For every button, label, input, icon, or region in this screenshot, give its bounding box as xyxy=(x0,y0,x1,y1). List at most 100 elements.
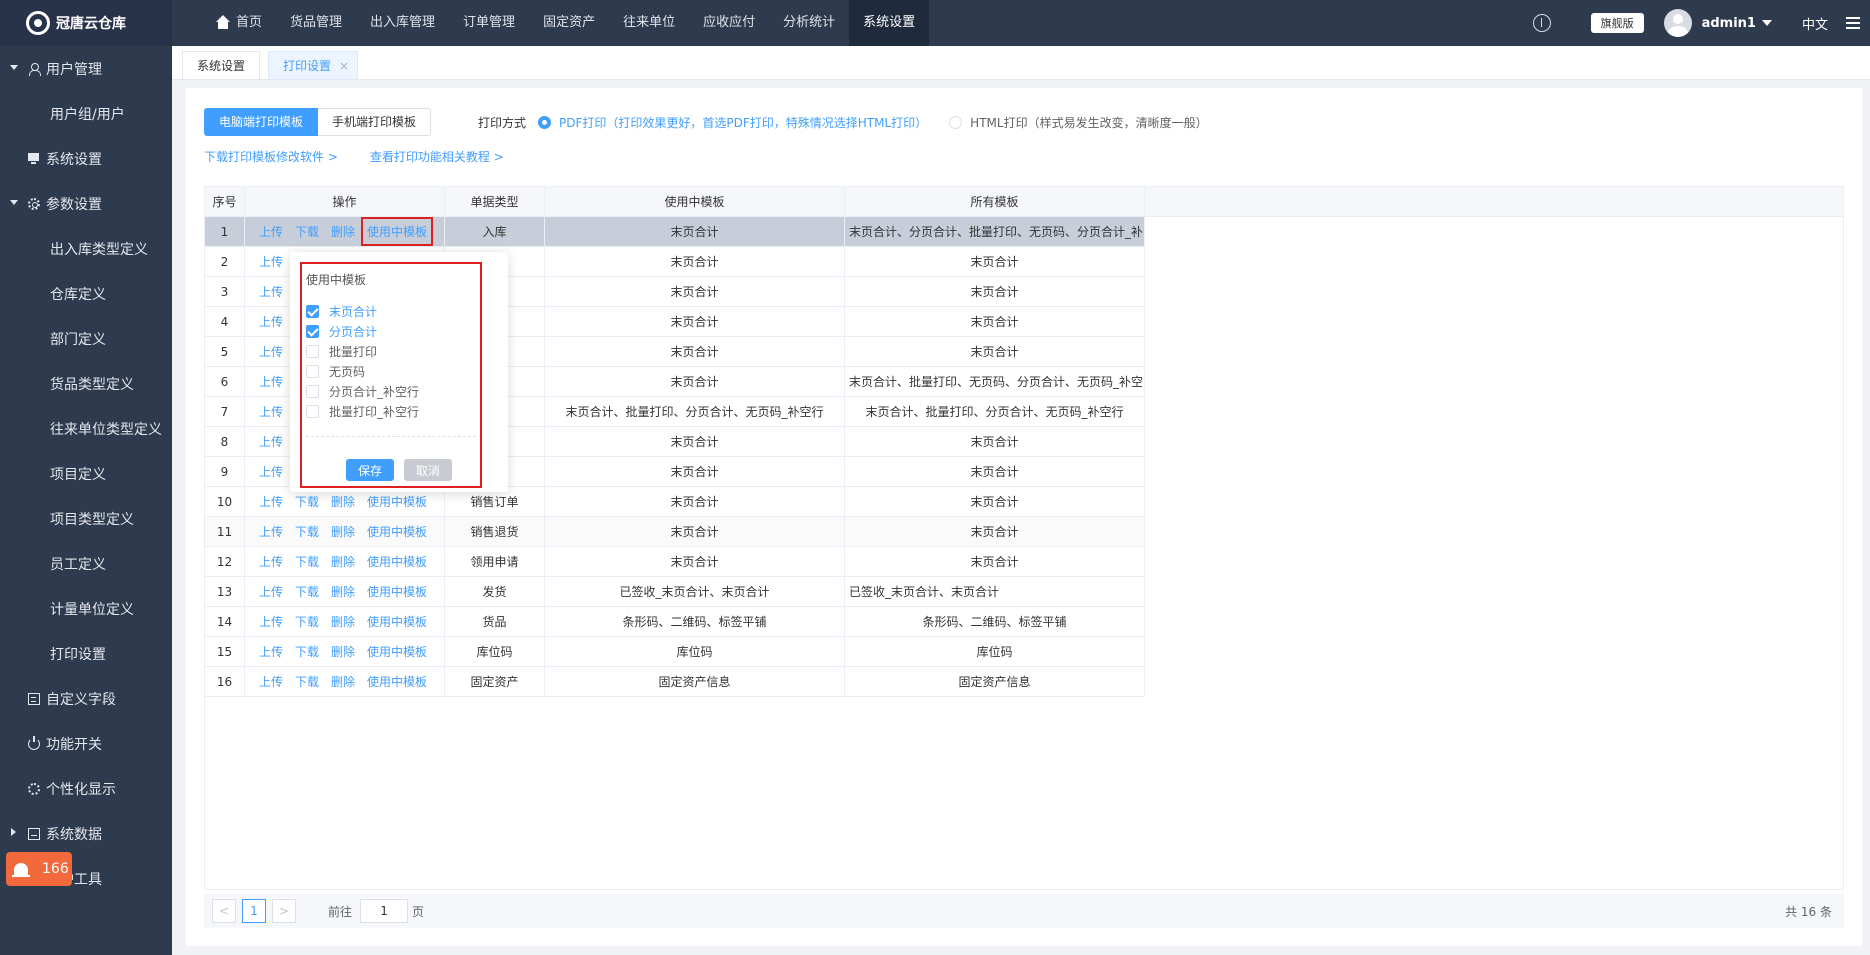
chevron-down-icon[interactable] xyxy=(1761,20,1772,26)
sidebar-item-print-settings[interactable]: 打印设置 xyxy=(0,631,172,676)
checkbox[interactable] xyxy=(306,404,319,418)
nav-partners[interactable]: 往来单位 xyxy=(609,0,689,46)
checkbox[interactable] xyxy=(306,324,319,338)
nav-orders[interactable]: 订单管理 xyxy=(449,0,529,46)
use-template-link[interactable]: 使用中模板 xyxy=(367,673,427,690)
sidebar-item-user-mgmt[interactable]: 用户管理 xyxy=(0,46,172,91)
tab-system-settings[interactable]: 系统设置 xyxy=(182,51,261,79)
delete-link[interactable]: 删除 xyxy=(331,613,355,630)
upload-link[interactable]: 上传 xyxy=(259,433,283,450)
use-template-link[interactable]: 使用中模板 xyxy=(367,523,427,540)
download-link[interactable]: 下载 xyxy=(295,583,319,600)
upload-link[interactable]: 上传 xyxy=(259,283,283,300)
sidebar-item-personalize[interactable]: 个性化显示 xyxy=(0,766,172,811)
nav-assets[interactable]: 固定资产 xyxy=(529,0,609,46)
sidebar-item-system-settings[interactable]: 系统设置 xyxy=(0,136,172,181)
language-switch[interactable]: 中文 xyxy=(1802,14,1828,33)
checkbox[interactable] xyxy=(306,384,319,398)
upload-link[interactable]: 上传 xyxy=(259,313,283,330)
sidebar-item-feature-switch[interactable]: 功能开关 xyxy=(0,721,172,766)
sidebar-item-system-data[interactable]: 系统数据 xyxy=(0,811,172,856)
template-option[interactable]: 批量打印 xyxy=(306,341,419,361)
template-option[interactable]: 末页合计 xyxy=(306,301,419,321)
template-option[interactable]: 分页合计 xyxy=(306,321,419,341)
username[interactable]: admin1 xyxy=(1702,16,1756,31)
use-template-link[interactable]: 使用中模板 xyxy=(361,217,434,246)
download-link[interactable]: 下载 xyxy=(295,673,319,690)
sidebar-item-goods-type[interactable]: 货品类型定义 xyxy=(0,361,172,406)
delete-link[interactable]: 删除 xyxy=(331,223,355,240)
cancel-button[interactable]: 取消 xyxy=(404,459,452,481)
prev-page-button[interactable]: < xyxy=(212,899,236,923)
tab-print-settings[interactable]: 打印设置 × xyxy=(268,51,359,80)
delete-link[interactable]: 删除 xyxy=(331,673,355,690)
download-software-link[interactable]: 下载打印模板修改软件 > xyxy=(204,148,338,165)
use-template-link[interactable]: 使用中模板 xyxy=(367,493,427,510)
template-option[interactable]: 批量打印_补空行 xyxy=(306,401,419,421)
nav-inout[interactable]: 出入库管理 xyxy=(356,0,449,46)
template-option[interactable]: 无页码 xyxy=(306,361,419,381)
sidebar-item-partner-type[interactable]: 往来单位类型定义 xyxy=(0,406,172,451)
delete-link[interactable]: 删除 xyxy=(331,523,355,540)
sidebar-item-department[interactable]: 部门定义 xyxy=(0,316,172,361)
checkbox[interactable] xyxy=(306,304,319,318)
delete-link[interactable]: 删除 xyxy=(331,583,355,600)
menu-icon[interactable] xyxy=(1846,17,1860,29)
sidebar-item-employee[interactable]: 员工定义 xyxy=(0,541,172,586)
delete-link[interactable]: 删除 xyxy=(331,643,355,660)
download-link[interactable]: 下载 xyxy=(295,223,319,240)
nav-system-settings[interactable]: 系统设置 xyxy=(849,0,930,46)
goto-page-input[interactable]: 1 xyxy=(360,899,409,923)
checkbox[interactable] xyxy=(306,344,319,358)
nav-finance[interactable]: 应收应付 xyxy=(689,0,769,46)
sidebar-item-project[interactable]: 项目定义 xyxy=(0,451,172,496)
checkbox[interactable] xyxy=(306,364,319,378)
next-page-button[interactable]: > xyxy=(272,899,296,923)
avatar[interactable] xyxy=(1663,9,1692,37)
upload-link[interactable]: 上传 xyxy=(259,583,283,600)
sidebar-item-user-group[interactable]: 用户组/用户 xyxy=(0,91,172,136)
use-template-link[interactable]: 使用中模板 xyxy=(367,553,427,570)
close-icon[interactable]: × xyxy=(339,52,349,80)
download-link[interactable]: 下载 xyxy=(295,643,319,660)
upload-link[interactable]: 上传 xyxy=(259,223,283,240)
download-link[interactable]: 下载 xyxy=(295,613,319,630)
upload-link[interactable]: 上传 xyxy=(259,343,283,360)
template-option[interactable]: 分页合计_补空行 xyxy=(306,381,419,401)
sidebar-item-project-type[interactable]: 项目类型定义 xyxy=(0,496,172,541)
upload-link[interactable]: 上传 xyxy=(259,673,283,690)
sidebar-item-params[interactable]: 参数设置 xyxy=(0,181,172,226)
save-button[interactable]: 保存 xyxy=(346,459,394,481)
app-logo[interactable]: 冠唐云仓库 xyxy=(0,0,172,46)
download-link[interactable]: 下载 xyxy=(295,493,319,510)
use-template-link[interactable]: 使用中模板 xyxy=(367,613,427,630)
clock-icon[interactable] xyxy=(1532,14,1551,32)
upload-link[interactable]: 上传 xyxy=(259,523,283,540)
upload-link[interactable]: 上传 xyxy=(259,613,283,630)
pc-template-button[interactable]: 电脑端打印模板 xyxy=(204,108,319,136)
alarm-badge[interactable]: 166 xyxy=(6,852,72,886)
sidebar-item-unit[interactable]: 计量单位定义 xyxy=(0,586,172,631)
delete-link[interactable]: 删除 xyxy=(331,553,355,570)
upload-link[interactable]: 上传 xyxy=(259,253,283,270)
upload-link[interactable]: 上传 xyxy=(259,643,283,660)
nav-goods[interactable]: 货品管理 xyxy=(276,0,356,46)
nav-analytics[interactable]: 分析统计 xyxy=(769,0,849,46)
pdf-radio[interactable] xyxy=(538,116,552,129)
html-radio[interactable] xyxy=(949,116,963,129)
sidebar-item-custom-fields[interactable]: 自定义字段 xyxy=(0,676,172,721)
page-1-button[interactable]: 1 xyxy=(242,899,266,923)
download-link[interactable]: 下载 xyxy=(295,523,319,540)
sidebar-item-warehouse[interactable]: 仓库定义 xyxy=(0,271,172,316)
delete-link[interactable]: 删除 xyxy=(331,493,355,510)
nav-home[interactable]: 首页 xyxy=(202,0,276,46)
upload-link[interactable]: 上传 xyxy=(259,493,283,510)
download-link[interactable]: 下载 xyxy=(295,553,319,570)
html-option-label[interactable]: HTML打印（样式易发生改变，清晰度一般） xyxy=(970,114,1207,131)
sidebar-item-inout-type[interactable]: 出入库类型定义 xyxy=(0,226,172,271)
upload-link[interactable]: 上传 xyxy=(259,463,283,480)
upload-link[interactable]: 上传 xyxy=(259,373,283,390)
use-template-link[interactable]: 使用中模板 xyxy=(367,643,427,660)
upload-link[interactable]: 上传 xyxy=(259,553,283,570)
mobile-template-button[interactable]: 手机端打印模板 xyxy=(318,108,432,136)
